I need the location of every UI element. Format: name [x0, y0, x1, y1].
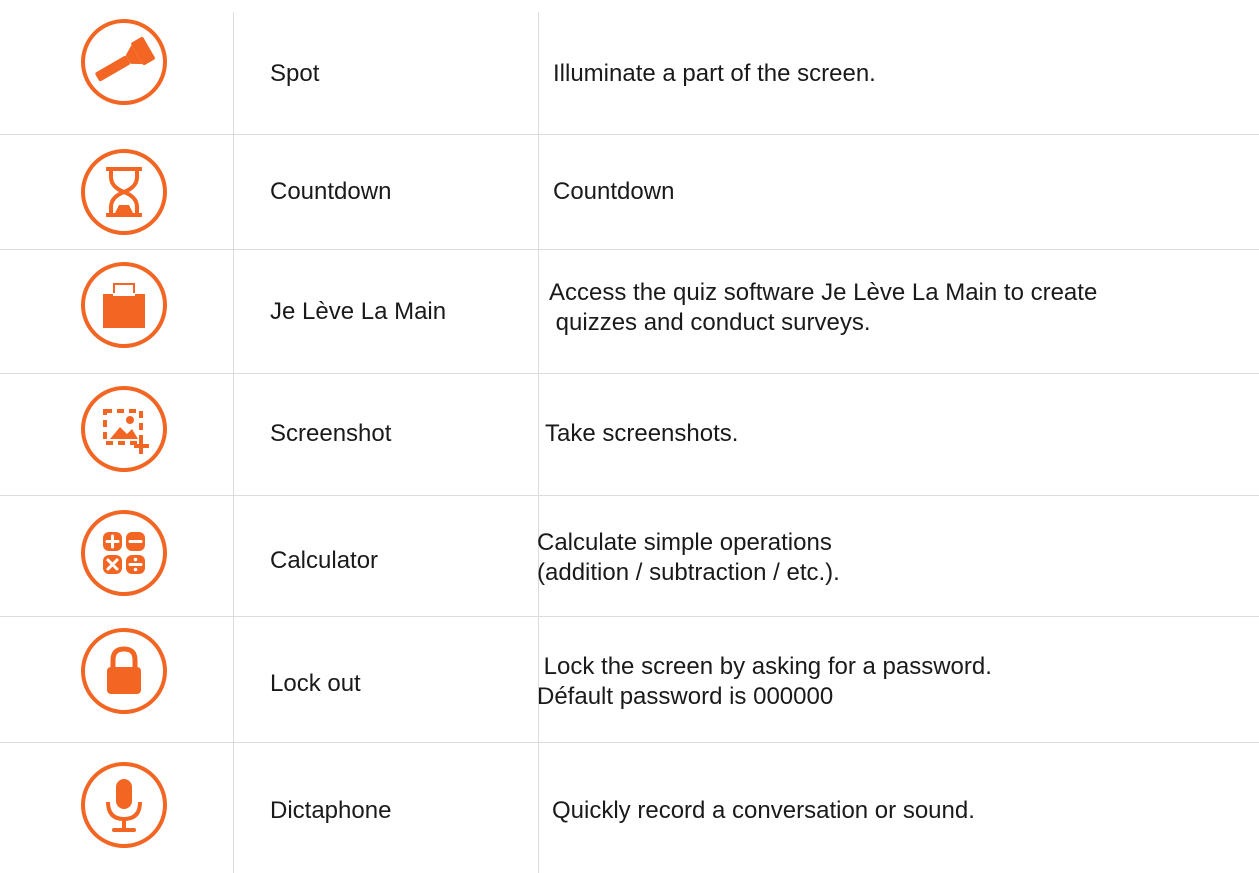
- tool-name: Countdown: [270, 178, 392, 205]
- table-row: Countdown Countdown: [0, 134, 1259, 250]
- tool-description: Lock the screen by asking for a password…: [537, 653, 992, 710]
- table-row: Spot Illuminate a part of the screen.: [0, 0, 1259, 135]
- tool-description: Calculate simple operations (addition / …: [537, 529, 840, 586]
- table-row: Je Lève La Main Access the quiz software…: [0, 249, 1259, 374]
- tool-name: Spot: [270, 60, 320, 87]
- table-row: Screenshot Take screenshots.: [0, 373, 1259, 496]
- screenshot-icon[interactable]: [79, 384, 169, 474]
- tool-description: Access the quiz software Je Lève La Main…: [549, 279, 1098, 336]
- table-row: Lock out Lock the screen by asking for a…: [0, 616, 1259, 743]
- tool-description: Countdown: [553, 178, 675, 205]
- tools-table: Spot Illuminate a part of the screen. Co…: [0, 0, 1259, 873]
- tool-name: Lock out: [270, 670, 361, 697]
- table-row: Calculator Calculate simple operations (…: [0, 495, 1259, 617]
- tool-description: Illuminate a part of the screen.: [553, 60, 876, 87]
- table-row: Dictaphone Quickly record a conversation…: [0, 742, 1259, 873]
- tool-name: Dictaphone: [270, 797, 392, 824]
- tool-name: Screenshot: [270, 420, 392, 447]
- tool-description: Quickly record a conversation or sound.: [552, 797, 975, 824]
- ballot-box-icon[interactable]: [79, 260, 169, 350]
- tool-description: Take screenshots.: [545, 420, 739, 447]
- lock-icon[interactable]: [79, 626, 169, 716]
- hourglass-icon[interactable]: [79, 147, 169, 237]
- tool-name: Calculator: [270, 547, 379, 574]
- calculator-icon[interactable]: [79, 508, 169, 598]
- tool-name: Je Lève La Main: [270, 298, 447, 325]
- flashlight-icon[interactable]: [79, 17, 169, 107]
- microphone-icon[interactable]: [79, 760, 169, 850]
